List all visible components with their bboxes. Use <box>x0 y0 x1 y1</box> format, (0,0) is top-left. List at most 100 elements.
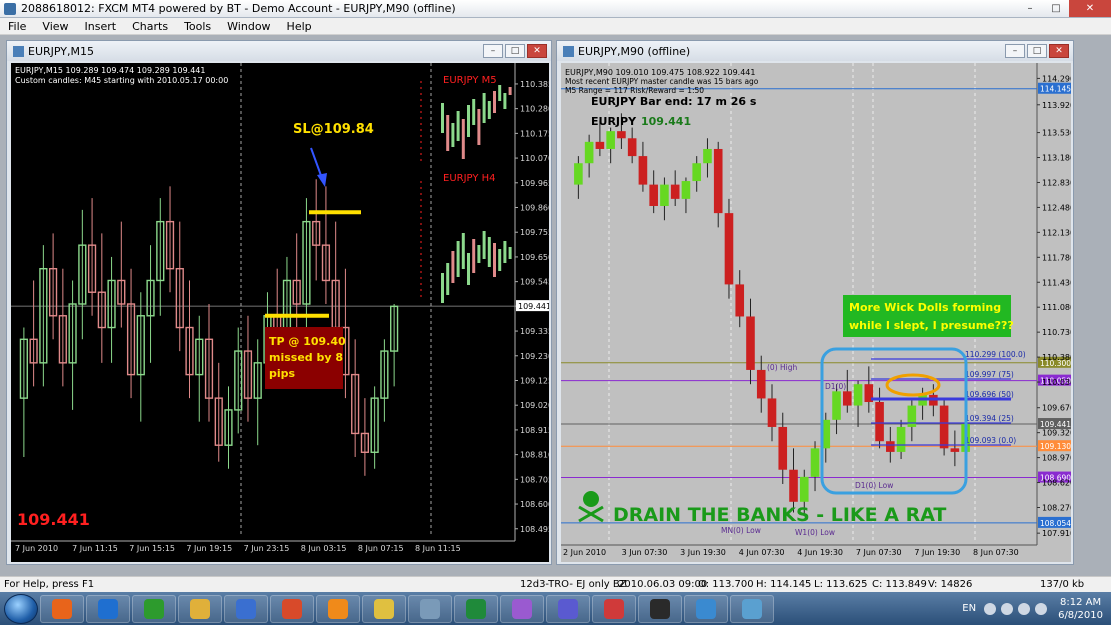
fib-level-label: 110.299 (100.0) <box>965 350 1026 359</box>
candle-body <box>713 148 723 214</box>
price-tick-label: 110.385 <box>520 80 549 89</box>
minimize-button[interactable]: – <box>1017 0 1043 17</box>
folder-open-icon-glyph <box>374 598 394 619</box>
orb-icon[interactable] <box>316 594 360 623</box>
network-tray-icon[interactable] <box>1001 602 1014 615</box>
firefox-icon[interactable] <box>40 594 84 623</box>
candle-body <box>584 141 594 164</box>
price-tick-label: 107.910 <box>1042 529 1071 538</box>
mini-candle <box>477 109 481 145</box>
zulutrade-icon[interactable] <box>86 594 130 623</box>
price-tick-label: 109.670 <box>1042 404 1071 413</box>
media-player-icon[interactable] <box>224 594 268 623</box>
menu-tools[interactable]: Tools <box>176 20 219 33</box>
candle-body <box>842 391 852 406</box>
start-button[interactable] <box>4 593 38 624</box>
tools-icon-glyph <box>604 598 624 619</box>
menu-view[interactable]: View <box>34 20 76 33</box>
candle-body <box>606 131 615 149</box>
chart-window-header: EURJPY,M90 (offline) – □ ✕ <box>557 41 1073 61</box>
language-indicator[interactable]: EN <box>962 603 976 614</box>
candle-body <box>799 476 809 502</box>
chart-subheader: Most recent EURJPY master candle was 15 … <box>565 77 759 86</box>
menu-charts[interactable]: Charts <box>124 20 176 33</box>
chart-subheader: Custom candles: M45 starting with 2010.0… <box>15 76 228 85</box>
flag-tray-icon[interactable] <box>1018 602 1031 615</box>
excel-icon-glyph <box>466 598 486 619</box>
time-tick-label: 3 Jun 07:30 <box>622 548 668 557</box>
chart-minimize-button[interactable]: – <box>1005 44 1025 58</box>
chart-window-m90[interactable]: EURJPY,M90 (offline) – □ ✕ 114.145 110.30… <box>556 40 1074 565</box>
menu-bar: File View Insert Charts Tools Window Hel… <box>0 18 1111 35</box>
time-tick-label: 3 Jun 19:30 <box>680 548 726 557</box>
calculator-icon[interactable] <box>408 594 452 623</box>
chart-window-header: EURJPY,M15 – □ ✕ <box>7 41 551 61</box>
palette-icon[interactable] <box>500 594 544 623</box>
price-tick-label: 113.180 <box>1042 154 1071 163</box>
price-tick-label: 109.335 <box>520 327 549 336</box>
menu-help[interactable]: Help <box>279 20 320 33</box>
mini-candle <box>472 99 476 125</box>
price-tick-label: 109.020 <box>520 401 549 410</box>
chart-maximize-button[interactable]: □ <box>1027 44 1047 58</box>
folder-icon[interactable] <box>178 594 222 623</box>
candle-body <box>681 181 691 199</box>
paint-icon[interactable] <box>270 594 314 623</box>
clock[interactable]: 8:12 AM 6/8/2010 <box>1058 596 1103 622</box>
fib-level-label: 109.997 (75) <box>965 370 1014 379</box>
price-tick-label: 110.730 <box>1042 328 1071 337</box>
chart-m15[interactable]: 110.385 110.280 110.175 110.070 109.965 109.8… <box>11 63 549 562</box>
menu-file[interactable]: File <box>0 20 34 33</box>
chart-close-button[interactable]: ✕ <box>1049 44 1069 58</box>
candle-body <box>692 163 702 182</box>
folder-open-icon[interactable] <box>362 594 406 623</box>
wick-annotation-line: More Wick Dolls forming <box>849 301 1001 314</box>
time-tick-label: 7 Jun 11:15 <box>72 544 118 553</box>
wick-annotation-line: while I slept, I presume??? <box>849 319 1014 332</box>
mini-candle <box>482 231 486 259</box>
excel-icon[interactable] <box>454 594 498 623</box>
mini-candle <box>482 93 486 123</box>
chart-m90[interactable]: 114.145110.300110.050109.441109.130108.6… <box>561 63 1071 562</box>
photos-icon[interactable] <box>730 594 774 623</box>
chart-header: EURJPY,M15 109.289 109.474 109.289 109.4… <box>15 66 206 75</box>
chart-window-title: EURJPY,M90 (offline) <box>578 44 691 58</box>
menu-insert[interactable]: Insert <box>77 20 125 33</box>
chart-close-button[interactable]: ✕ <box>527 44 547 58</box>
clock-date: 6/8/2010 <box>1058 609 1103 621</box>
price-tick-label: 108.705 <box>520 475 549 484</box>
status-high: H: 114.145 <box>756 579 812 590</box>
chart-icon <box>13 45 24 57</box>
taskbar-apps <box>38 594 774 623</box>
time-tick-label: 8 Jun 07:30 <box>973 548 1019 557</box>
chart-minimize-button[interactable]: – <box>483 44 503 58</box>
chart-maximize-button[interactable]: □ <box>505 44 525 58</box>
tools-icon[interactable] <box>592 594 636 623</box>
mini-candle <box>503 241 507 263</box>
terminal-icon[interactable] <box>638 594 682 623</box>
close-button[interactable]: ✕ <box>1069 0 1111 17</box>
calculator-icon-glyph <box>420 598 440 619</box>
sl-annotation: SL@109.84 <box>293 122 374 137</box>
itunes-icon[interactable] <box>546 594 590 623</box>
price-tick-label: 112.830 <box>1042 178 1071 187</box>
level-label: D1(0) Low <box>855 481 893 490</box>
mt4-icon[interactable] <box>132 594 176 623</box>
mini-candle <box>451 123 455 147</box>
maximize-button[interactable]: □ <box>1043 0 1069 17</box>
candle-body <box>574 163 583 185</box>
mini-chart-label-h4: EURJPY H4 <box>443 173 496 184</box>
fib-level-label: 109.394 (25) <box>965 414 1014 423</box>
bid-price-label: 109.441 <box>518 302 549 311</box>
notepad-icon[interactable] <box>684 594 728 623</box>
candle-body <box>617 131 626 139</box>
help-tray-icon[interactable] <box>984 602 997 615</box>
menu-window[interactable]: Window <box>219 20 278 33</box>
status-date: 2010.06.03 09:00 <box>618 579 708 590</box>
mini-candle <box>508 247 512 259</box>
price-tick-label: 108.270 <box>1042 503 1071 512</box>
price-tick-label: 111.080 <box>1042 303 1071 312</box>
chart-window-m15[interactable]: EURJPY,M15 – □ ✕ 110.385110.280110.17511… <box>6 40 552 565</box>
volume-tray-icon[interactable] <box>1035 602 1048 615</box>
window-controls: – □ ✕ <box>1017 0 1111 17</box>
